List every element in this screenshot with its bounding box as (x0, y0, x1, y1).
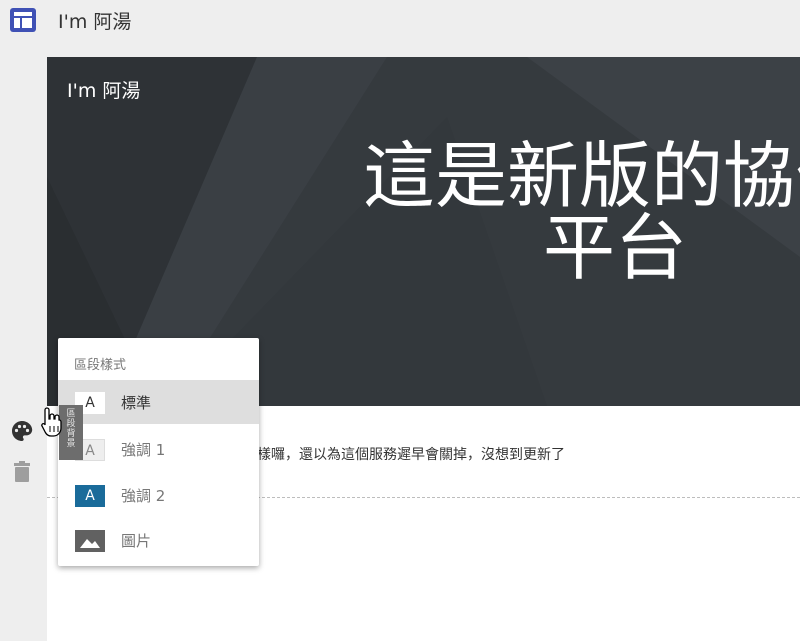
image-icon (75, 530, 105, 552)
style-option-image[interactable]: 圖片 (58, 518, 259, 562)
hero-heading[interactable]: 這是新版的協作 平台 (265, 140, 800, 284)
top-bar: I'm 阿湯 (0, 0, 800, 40)
menu-title: 區段樣式 (74, 358, 127, 373)
tooltip-text: 區段背景 (66, 409, 76, 449)
style-swatch: A (75, 485, 105, 507)
menu-item-label: 標準 (121, 394, 152, 412)
palette-icon[interactable] (10, 419, 34, 443)
hero-brand[interactable]: I'm 阿湯 (67, 76, 140, 103)
menu-item-label: 強調 2 (121, 487, 166, 505)
dashboard-layout-icon[interactable] (10, 8, 36, 32)
style-option-accent-2[interactable]: A 強調 2 (58, 473, 259, 517)
section-style-menu: 區段樣式 A 標準 A 強調 1 A 強調 2 圖片 (58, 338, 259, 566)
style-option-accent-1[interactable]: A 強調 1 (58, 427, 259, 471)
site-title[interactable]: I'm 阿湯 (58, 7, 131, 34)
trash-icon[interactable] (13, 461, 31, 483)
hand-pointer-icon (40, 406, 64, 438)
section-body-text[interactable]: 樣囉，還以為這個服務遲早會關掉，沒想到更新了 (257, 444, 565, 464)
style-option-standard[interactable]: A 標準 (58, 380, 259, 424)
menu-item-label: 圖片 (121, 532, 152, 550)
menu-item-label: 強調 1 (121, 441, 166, 459)
